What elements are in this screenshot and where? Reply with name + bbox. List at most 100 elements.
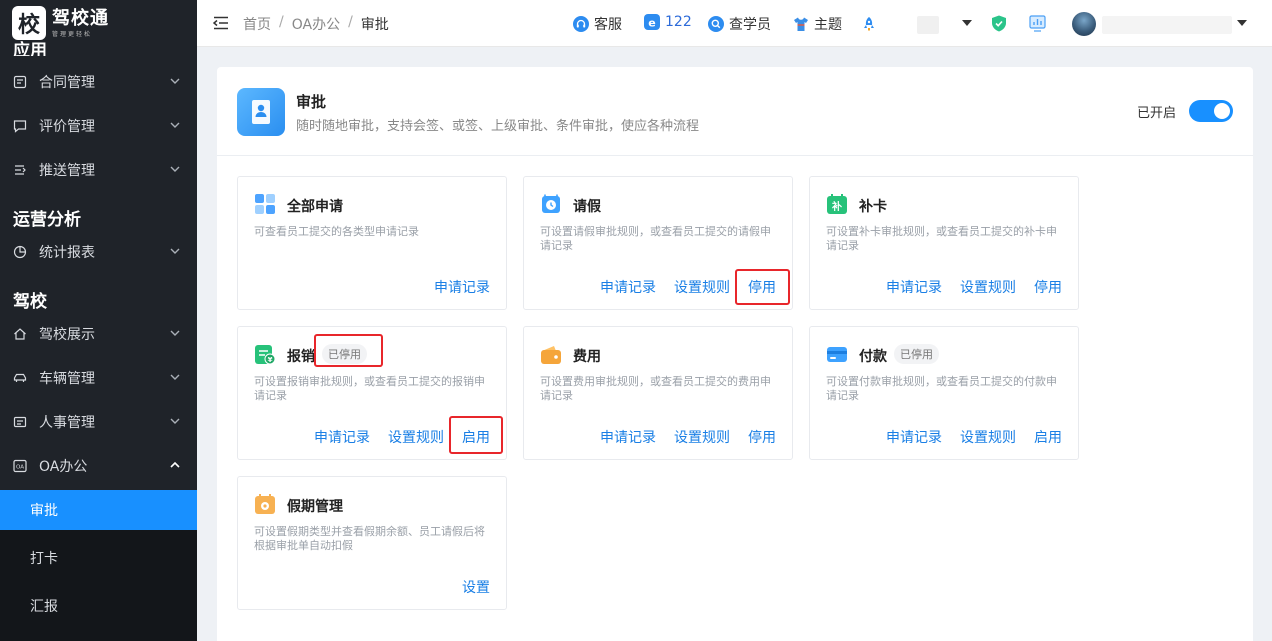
sidebar-item-stats[interactable]: 统计报表 [0,232,197,272]
chevron-down-icon [170,330,180,336]
caret-down-icon[interactable] [962,20,972,26]
svg-text:e: e [648,17,655,30]
home-icon [13,327,27,341]
card-description: 可设置付款审批规则，或查看员工提交的付款申请记录 [826,375,1057,402]
theme-label: 主题 [814,17,842,33]
card-title: 假期管理 [287,499,343,515]
set-rules-link[interactable]: 设置规则 [960,277,1016,297]
credit-card-icon [827,347,847,362]
customer-service-button[interactable]: 客服 [573,14,622,34]
chevron-down-icon [170,374,180,380]
chevron-down-icon [170,248,180,254]
sidebar-subitem-clockin[interactable]: 打卡 [0,538,197,578]
chevron-down-icon [170,78,180,84]
sidebar-item-contract[interactable]: 合同管理 [0,62,197,102]
request-records-link[interactable]: 申请记录 [600,427,656,447]
disable-link[interactable]: 停用 [1034,277,1062,297]
tshirt-icon [794,17,808,31]
sidebar-item-push[interactable]: 推送管理 [0,150,197,190]
set-rules-link[interactable]: 设置规则 [960,427,1016,447]
push-icon [13,163,27,177]
card-description: 可设置请假审批规则，或查看员工提交的请假申请记录 [540,225,771,252]
chevron-down-icon [170,166,180,172]
sidebar-item-review[interactable]: 评价管理 [0,106,197,146]
card-title: 费用 [573,349,601,365]
card-description: 可设置假期类型并查看假期余额、员工请假后将根据审批单自动扣假 [254,525,485,552]
card-makeup-clock: 补 补卡 可设置补卡审批规则，或查看员工提交的补卡申请记录 申请记录 设置规则 … [809,176,1079,310]
card-holiday-management: 假期管理 可设置假期类型并查看假期余额、员工请假后将根据审批单自动扣假 设置 [237,476,507,610]
sidebar-item-school-display[interactable]: 驾校展示 [0,314,197,354]
logo-name: 驾校通 [52,7,109,29]
approval-panel: 审批 随时随地审批，支持会签、或签、上级审批、条件审批，使应各种流程 已开启 全… [217,67,1253,641]
dashboard-icon[interactable] [1029,15,1046,32]
sidebar: 应用 校 驾校通 管理更轻松 合同管理 评价管理 推送管理 运营分析 统计报表 … [0,0,197,641]
svg-text:¥: ¥ [268,356,273,364]
customer-service-label: 客服 [594,17,622,33]
switch-label: 已开启 [1137,106,1177,121]
card-title: 请假 [573,199,601,215]
request-records-link[interactable]: 申请记录 [434,277,490,297]
contract-icon [13,75,27,89]
theme-button[interactable]: 主题 [793,14,842,34]
sidebar-item-label: 评价管理 [39,119,95,135]
redacted-text [917,16,939,34]
top-header: 首页 / OA办公 / 审批 客服 e 122 查学员 主题 [197,0,1272,47]
card-payment: 付款 已停用 可设置付款审批规则，或查看员工提交的付款申请记录 申请记录 设置规… [809,326,1079,460]
highlight-disabled-badge [314,334,383,367]
page-title: 审批 [296,93,327,111]
card-description: 可设置补卡审批规则，或查看员工提交的补卡申请记录 [826,225,1057,252]
car-icon [13,371,27,385]
sidebar-subitem-label: 汇报 [30,599,58,615]
card-all-requests: 全部申请 可查看员工提交的各类型申请记录 申请记录 [237,176,507,310]
notification-count-button[interactable]: e 122 [644,14,692,30]
chevron-down-icon [170,418,180,424]
request-records-link[interactable]: 申请记录 [600,277,656,297]
highlight-enable-reimbursement [449,416,503,454]
sidebar-subitem-report[interactable]: 汇报 [0,586,197,626]
sidebar-subitem-approval[interactable]: 审批 [0,490,197,530]
sidebar-item-label: 统计报表 [39,245,95,261]
sidebar-item-hr[interactable]: 人事管理 [0,402,197,442]
oa-icon: OA [13,459,27,473]
card-title: 报销 [287,349,315,365]
reimbursement-icon: ¥ [255,345,276,365]
set-rules-link[interactable]: 设置规则 [388,427,444,447]
approval-enable-toggle[interactable] [1189,100,1233,122]
svg-text:OA: OA [16,465,24,471]
shield-icon[interactable] [991,15,1007,32]
comment-icon [13,119,27,133]
enable-link[interactable]: 启用 [1034,427,1062,447]
highlight-disable-leave [735,269,790,305]
disable-link[interactable]: 停用 [748,427,776,447]
breadcrumb-home[interactable]: 首页 [243,14,271,34]
sidebar-item-vehicle[interactable]: 车辆管理 [0,358,197,398]
set-rules-link[interactable]: 设置规则 [674,277,730,297]
breadcrumb-oa[interactable]: OA办公 [292,14,340,34]
search-student-label: 查学员 [729,17,771,33]
id-card-icon [13,415,27,429]
settings-link[interactable]: 设置 [462,577,490,597]
chevron-down-icon [170,122,180,128]
rocket-icon[interactable] [861,16,877,32]
request-records-link[interactable]: 申请记录 [886,427,942,447]
request-records-link[interactable]: 申请记录 [886,277,942,297]
calendar-supplement-icon: 补 [827,194,847,214]
breadcrumb-separator: / [348,14,353,30]
set-rules-link[interactable]: 设置规则 [674,427,730,447]
sidebar-item-label: 推送管理 [39,163,95,179]
toggle-knob [1214,103,1230,119]
card-expense: 费用 可设置费用审批规则，或查看员工提交的费用申请记录 申请记录 设置规则 停用 [523,326,793,460]
sidebar-item-label: OA办公 [39,459,88,475]
menu-fold-icon[interactable] [213,16,229,30]
search-student-button[interactable]: 查学员 [708,14,771,34]
logo[interactable]: 校 驾校通 管理更轻松 [12,6,197,40]
avatar[interactable] [1072,12,1096,36]
sidebar-item-oa[interactable]: OA OA办公 [0,446,197,486]
wallet-icon [541,346,561,364]
card-title: 付款 [859,349,887,365]
headset-icon [573,16,589,32]
caret-down-icon[interactable] [1237,20,1247,26]
redacted-username [1102,16,1232,34]
request-records-link[interactable]: 申请记录 [314,427,370,447]
panel-header: 审批 随时随地审批，支持会签、或签、上级审批、条件审批，使应各种流程 已开启 [217,67,1253,156]
